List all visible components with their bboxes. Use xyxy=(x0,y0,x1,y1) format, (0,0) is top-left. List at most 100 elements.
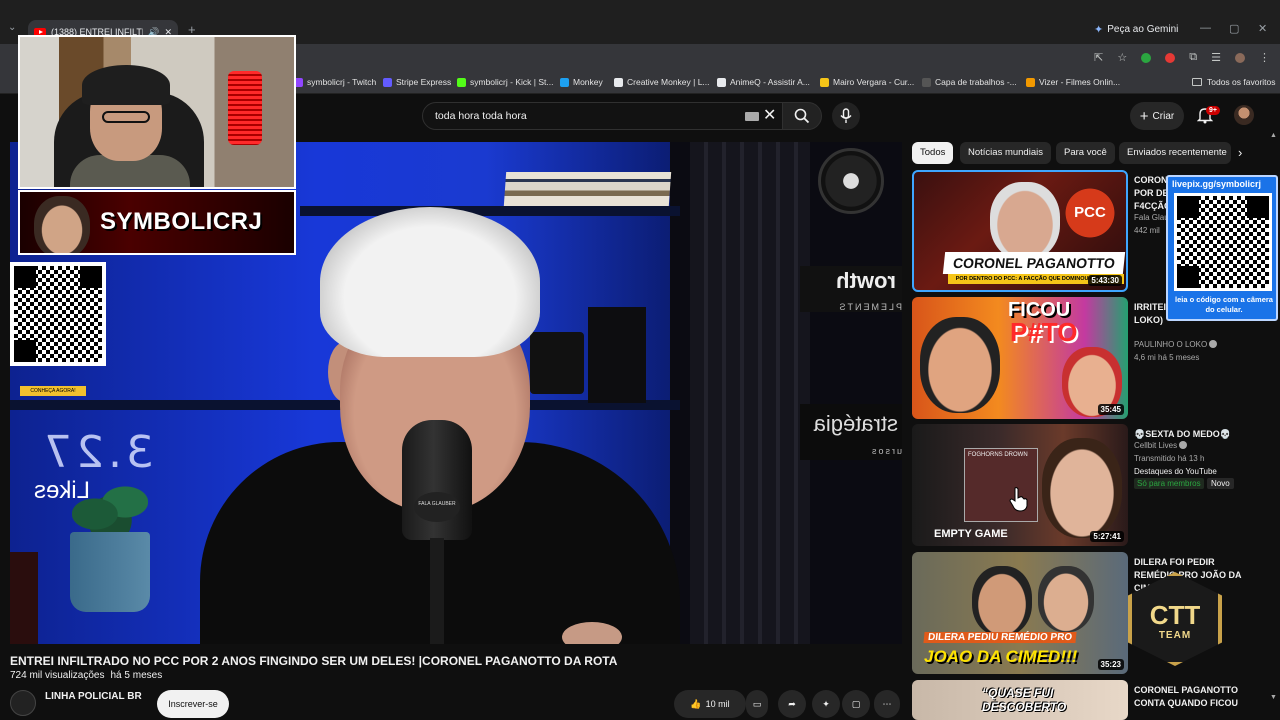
scroll-up-arrow-icon[interactable]: ▲ xyxy=(1270,132,1277,139)
qr-left-tag: CONHEÇA AGORA! xyxy=(20,386,86,396)
dislike-button[interactable]: ▭ xyxy=(746,690,768,718)
share-button[interactable]: ➦ xyxy=(778,690,806,718)
thumbnail-tag: PCC xyxy=(1060,186,1120,240)
chip-enviados-recentemente[interactable]: Enviados recentemente xyxy=(1119,142,1231,164)
bookmark-item[interactable]: Creative Monkey | L... xyxy=(614,77,710,87)
search-icon xyxy=(794,108,810,124)
recommendation-meta: 4,6 mi há 5 meses xyxy=(1134,353,1200,362)
chip-noticias-mundiais[interactable]: Notícias mundiais xyxy=(960,142,1051,164)
create-label: Criar xyxy=(1152,110,1175,122)
microphone-stand xyxy=(430,538,444,644)
scene-acoustic-panels xyxy=(690,142,810,644)
recommendation-thumbnail[interactable]: “QUASE FUI DESCOBERTO xyxy=(912,680,1128,720)
recommendation-extra: Destaques do YouTube xyxy=(1134,467,1217,476)
voice-search-button[interactable] xyxy=(832,102,860,130)
search-query[interactable]: toda hora toda hora xyxy=(435,110,527,122)
tab-search-icon[interactable]: ☰ xyxy=(1211,51,1221,64)
extensions-puzzle-icon[interactable]: ⧉ xyxy=(1189,51,1197,64)
livepix-url: livepix.gg/symbolicrj xyxy=(1172,179,1262,189)
guest-hand xyxy=(562,622,622,644)
minimize-icon[interactable]: — xyxy=(1200,22,1211,34)
tab-search-chevron-icon[interactable]: ⌄ xyxy=(8,22,16,33)
recommendation-channel[interactable]: PAULINHO O LOKO xyxy=(1134,340,1218,349)
bookmark-item[interactable]: symbolicrj - Kick | St... xyxy=(457,77,553,87)
chip-para-voce[interactable]: Para você xyxy=(1056,142,1115,164)
save-button[interactable]: ▢ xyxy=(842,690,870,718)
scene-books xyxy=(503,172,672,206)
gemini-button[interactable]: ✦ Peça ao Gemini xyxy=(1094,23,1178,36)
ctt-team-logo: CTT TEAM xyxy=(1128,572,1222,666)
video-title: ENTREI INFILTRADO NO PCC POR 2 ANOS FING… xyxy=(10,654,618,668)
duration-badge: 5:27:41 xyxy=(1090,531,1124,542)
subscribe-button[interactable]: Inscrever-se xyxy=(157,690,229,718)
profile-avatar-icon[interactable] xyxy=(1235,52,1245,63)
bookmark-item[interactable]: Mairo Vergara - Cur... xyxy=(820,77,914,87)
scene-estrategia-sub: ursos xyxy=(869,446,902,456)
recommendation-thumbnail[interactable]: PCC CORONEL PAGANOTTO POR DENTRO DO PCC:… xyxy=(912,170,1128,292)
bookmark-favicon xyxy=(614,77,623,87)
gemini-star-icon: ✦ xyxy=(1094,24,1104,36)
maximize-icon[interactable]: ▢ xyxy=(1229,22,1239,35)
like-count: 10 mil xyxy=(705,699,730,709)
close-window-icon[interactable]: ✕ xyxy=(1258,22,1267,35)
channel-avatar[interactable] xyxy=(10,690,36,716)
clear-search-icon[interactable]: ✕ xyxy=(763,107,776,125)
webcam-glasses xyxy=(102,111,150,123)
extension-green-icon[interactable] xyxy=(1141,52,1152,63)
recommendation-title[interactable]: CORONEL PAGANOTTO CONTA QUANDO FICOU xyxy=(1134,684,1258,710)
thumbs-up-icon: 👍 xyxy=(690,698,702,709)
sparkle-icon: ✦ xyxy=(822,698,830,709)
thumbnail-text-line2: JOAO DA CIMED!!! xyxy=(924,647,1078,666)
recommendation-title[interactable]: 💀SEXTA DO MEDO💀 xyxy=(1134,428,1258,441)
create-button[interactable]: + Criar xyxy=(1130,102,1184,130)
bookmark-item[interactable]: Vizer - Filmes Onlin... xyxy=(1026,77,1120,87)
more-actions-button[interactable]: ⋯ xyxy=(874,690,900,718)
bookmark-item[interactable]: Monkey xyxy=(560,77,603,87)
scene-growth-sub: PLEMENTS xyxy=(837,302,902,312)
scroll-down-arrow-icon[interactable]: ▼ xyxy=(1270,694,1277,701)
menu-kebab-icon[interactable]: ⋮ xyxy=(1259,51,1270,64)
keyboard-icon[interactable] xyxy=(745,112,759,121)
qr-pattern xyxy=(1177,196,1269,288)
thumbnail-text: EMPTY GAME xyxy=(934,528,1008,540)
extension-red-icon[interactable] xyxy=(1165,52,1176,63)
recommendation-meta: Transmitido há 13 h xyxy=(1134,454,1205,463)
save-icon: ▢ xyxy=(851,698,861,709)
gemini-label: Peça ao Gemini xyxy=(1107,24,1179,35)
thumbnail-face xyxy=(972,566,1032,636)
bookmark-star-icon[interactable]: ☆ xyxy=(1117,51,1127,64)
bookmark-favicon xyxy=(820,77,829,87)
thumbnail-text: “QUASE FUI DESCOBERTO xyxy=(982,686,1067,714)
qr-code-right xyxy=(1174,193,1272,291)
thanks-button[interactable]: ✦ xyxy=(812,690,840,718)
scene-box xyxy=(588,307,646,403)
like-button[interactable]: 👍 10 mil xyxy=(674,690,746,718)
scene-left-object xyxy=(10,552,38,644)
search-button[interactable] xyxy=(782,102,822,130)
chip-todos[interactable]: Todos xyxy=(912,142,954,164)
bookmark-favicon xyxy=(383,77,392,87)
bookmark-item[interactable]: Capa de trabalhos -... xyxy=(922,77,1017,87)
thumbs-down-icon: ▭ xyxy=(752,698,762,709)
ctt-text: CTT xyxy=(1149,600,1201,630)
streamer-name: SYMBOLICRJ xyxy=(100,208,263,235)
account-avatar[interactable] xyxy=(1234,105,1254,125)
recommendation-item[interactable]: FOGHORNS DROWN EMPTY GAME 5:27:41 💀SEXTA… xyxy=(912,424,1262,546)
channel-name[interactable]: LINHA POLICIAL BR xyxy=(45,691,142,702)
members-only-badge: Só para membros xyxy=(1134,478,1204,489)
bookmark-item[interactable]: Stripe Express xyxy=(383,77,451,87)
all-bookmarks-button[interactable]: Todos os favoritos xyxy=(1192,77,1276,87)
recommendation-item[interactable]: “QUASE FUI DESCOBERTO CORONEL PAGANOTTO … xyxy=(912,680,1262,720)
recommendation-thumbnail[interactable]: FOGHORNS DROWN EMPTY GAME 5:27:41 xyxy=(912,424,1128,546)
recommendation-thumbnail[interactable]: DILERA PEDIU REMÉDIO PRO JOAO DA CIMED!!… xyxy=(912,552,1128,674)
streamer-webcam xyxy=(18,35,296,189)
bookmark-item[interactable]: symbolicrj - Twitch xyxy=(294,77,376,87)
bookmark-item[interactable]: AnimeQ - Assistir A... xyxy=(717,77,810,87)
install-app-icon[interactable]: ⇱ xyxy=(1094,51,1103,64)
thumbnail-text-line1: DILERA PEDIU REMÉDIO PRO xyxy=(923,632,1077,643)
search-input[interactable]: toda hora toda hora ✕ xyxy=(422,102,788,130)
recommendation-channel[interactable]: Cellbit Lives xyxy=(1134,441,1188,450)
thumbnail-face xyxy=(920,317,1000,413)
chevron-right-icon[interactable]: › xyxy=(1238,145,1242,160)
recommendation-thumbnail[interactable]: FICOU P#TO 35:45 xyxy=(912,297,1128,419)
